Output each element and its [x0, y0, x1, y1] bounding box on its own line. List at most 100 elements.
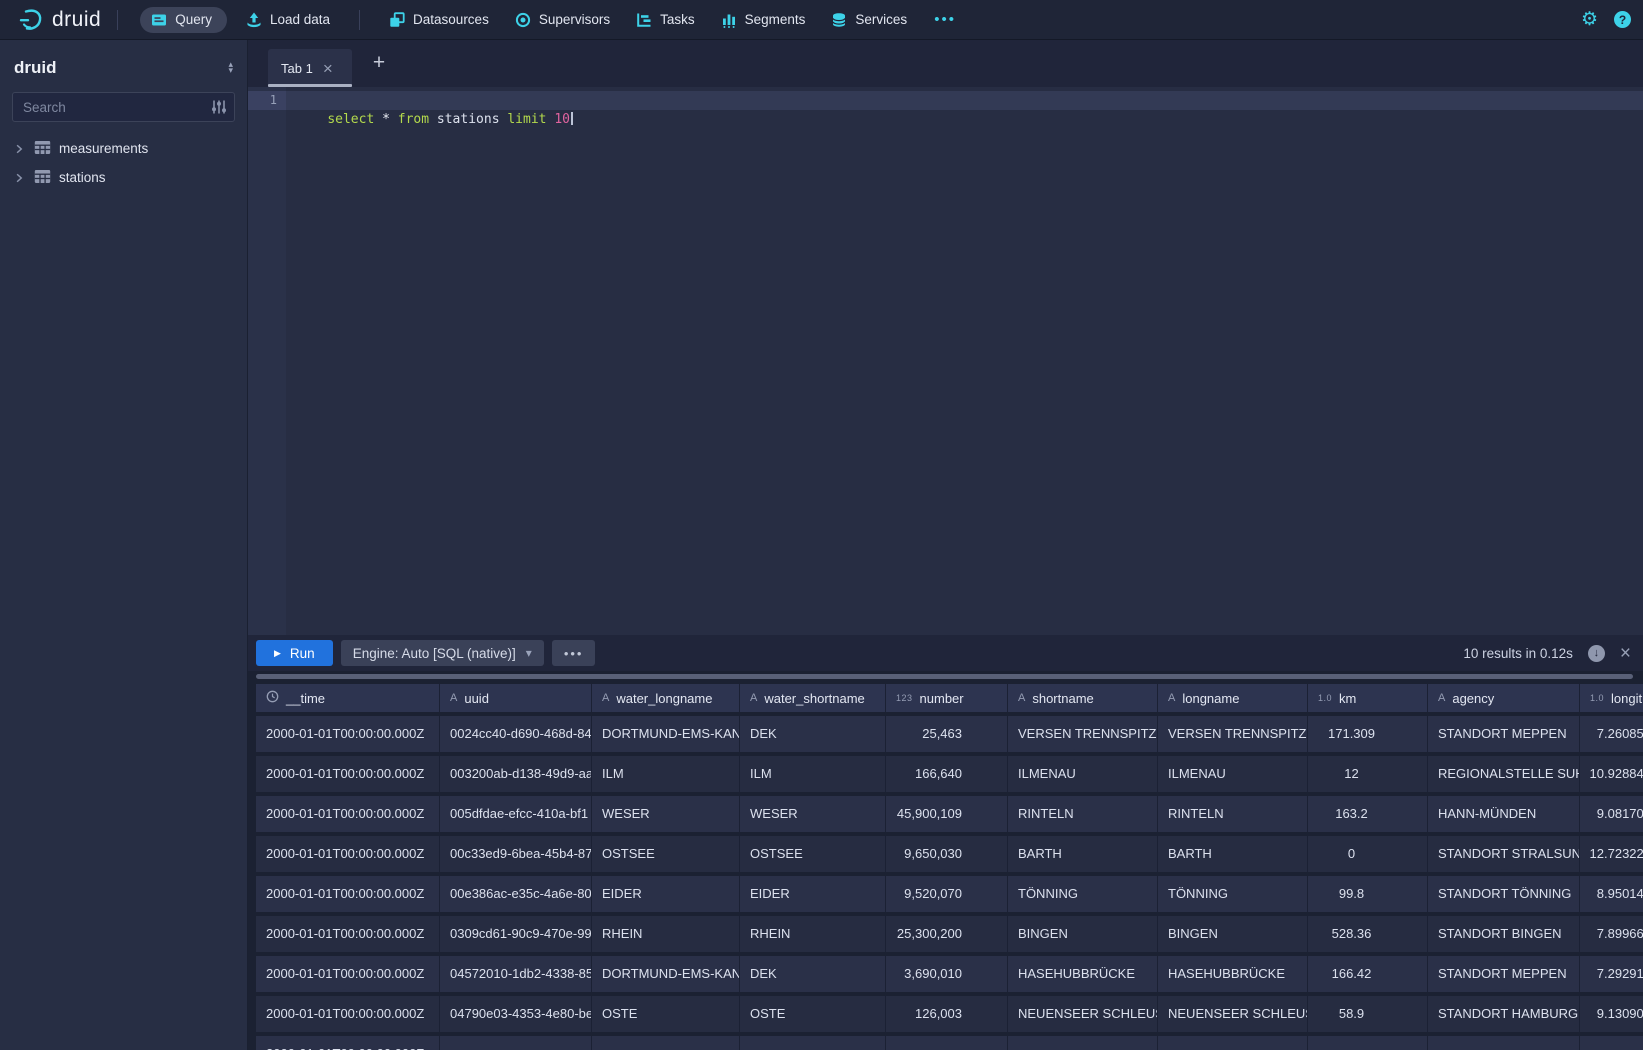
cell-__time[interactable]: 2000-01-01T00:00:00.000Z [256, 796, 440, 832]
cell-uuid[interactable]: 0024cc40-d690-468d-84 [440, 716, 592, 752]
tab-close-icon[interactable]: × [323, 60, 333, 77]
cell-agency[interactable]: STANDORT MEPPEN [1428, 956, 1580, 992]
cell-km[interactable]: 163.2 [1308, 796, 1428, 832]
query-more-button[interactable]: ••• [552, 640, 596, 666]
cell-uuid[interactable]: 00e386ac-e35c-4a6e-80 [440, 876, 592, 912]
cell-agency[interactable]: STANDORT STRALSUND [1428, 836, 1580, 872]
filter-sliders-icon[interactable] [211, 99, 227, 120]
cell-longitude[interactable]: 12.723220 [1580, 836, 1643, 872]
cell-km[interactable]: 99.8 [1308, 876, 1428, 912]
help-icon[interactable]: ? [1614, 11, 1631, 28]
cell-longitude[interactable]: 8.950149 [1580, 876, 1643, 912]
column-header-water_shortname[interactable]: Awater_shortname [740, 684, 886, 712]
cell-agency[interactable]: REGIONALSTELLE SUHL [1428, 756, 1580, 792]
cell-shortname[interactable] [1008, 1036, 1158, 1050]
cell-longitude[interactable]: 7.292912 [1580, 956, 1643, 992]
nav-more-button[interactable]: ••• [934, 11, 956, 28]
new-tab-button[interactable]: + [366, 51, 392, 75]
chevron-right-icon[interactable] [12, 172, 26, 184]
cell-longname[interactable]: BINGEN [1158, 916, 1308, 952]
cell-agency[interactable]: STANDORT TÖNNING [1428, 876, 1580, 912]
cell-km[interactable] [1308, 1036, 1428, 1050]
cell-water_shortname[interactable]: DEK [740, 716, 886, 752]
cell-water_shortname[interactable]: ILM [740, 756, 886, 792]
cell-__time[interactable]: 2000-01-01T00:00:00.000Z [256, 916, 440, 952]
cell-water_shortname[interactable]: WESER [740, 796, 886, 832]
cell-shortname[interactable]: BINGEN [1008, 916, 1158, 952]
cell-agency[interactable]: STANDORT BINGEN [1428, 916, 1580, 952]
cell-km[interactable]: 528.36 [1308, 916, 1428, 952]
cell-agency[interactable] [1428, 1036, 1580, 1050]
cell-__time[interactable]: 2000-01-01T00:00:00.000Z [256, 876, 440, 912]
cell-km[interactable]: 171.309 [1308, 716, 1428, 752]
cell-water_shortname[interactable]: EIDER [740, 876, 886, 912]
cell-agency[interactable]: STANDORT HAMBURG [1428, 996, 1580, 1032]
column-header-longname[interactable]: Alongname [1158, 684, 1308, 712]
cell-__time[interactable]: 2000-01-01T00:00:00.000Z [256, 1036, 440, 1050]
cell-water_longname[interactable]: ILM [592, 756, 740, 792]
cell-water_shortname[interactable]: DEK [740, 956, 886, 992]
nav-item-tasks[interactable]: Tasks [636, 12, 695, 28]
close-results-icon[interactable]: × [1620, 644, 1631, 663]
sidebar-table-stations[interactable]: stations [0, 163, 247, 192]
cell-__time[interactable]: 2000-01-01T00:00:00.000Z [256, 996, 440, 1032]
cell-longname[interactable]: TÖNNING [1158, 876, 1308, 912]
cell-shortname[interactable]: VERSEN TRENNSPITZE [1008, 716, 1158, 752]
cell-water_longname[interactable]: EIDER [592, 876, 740, 912]
engine-select[interactable]: Engine: Auto [SQL (native)] ▾ [341, 640, 544, 666]
schema-selector[interactable]: druid [14, 58, 57, 78]
cell-__time[interactable]: 2000-01-01T00:00:00.000Z [256, 956, 440, 992]
cell-longname[interactable]: VERSEN TRENNSPITZE [1158, 716, 1308, 752]
cell-longname[interactable]: NEUENSEER SCHLEUSEN [1158, 996, 1308, 1032]
cell-number[interactable]: 45,900,109 [886, 796, 1008, 832]
tab-tab1[interactable]: Tab 1 × [268, 49, 352, 87]
cell-km[interactable]: 12 [1308, 756, 1428, 792]
cell-longitude[interactable]: 7.260850 [1580, 716, 1643, 752]
cell-shortname[interactable]: HASEHUBBRÜCKE [1008, 956, 1158, 992]
cell-water_shortname[interactable] [740, 1036, 886, 1050]
cell-longitude[interactable] [1580, 1036, 1643, 1050]
nav-item-supervisors[interactable]: Supervisors [515, 12, 610, 28]
cell-number[interactable]: 25,300,200 [886, 916, 1008, 952]
column-header-uuid[interactable]: Auuid [440, 684, 592, 712]
cell-water_longname[interactable]: DORTMUND-EMS-KANA [592, 956, 740, 992]
cell-km[interactable]: 0 [1308, 836, 1428, 872]
double-caret-vertical-icon[interactable]: ▴▾ [228, 62, 233, 73]
cell-longitude[interactable]: 9.130902 [1580, 996, 1643, 1032]
cell-agency[interactable]: STANDORT MEPPEN [1428, 716, 1580, 752]
run-button[interactable]: ▶ Run [256, 640, 333, 666]
cell-longitude[interactable]: 9.081704 [1580, 796, 1643, 832]
cell-longname[interactable]: BARTH [1158, 836, 1308, 872]
cell-shortname[interactable]: RINTELN [1008, 796, 1158, 832]
cell-water_shortname[interactable]: OSTE [740, 996, 886, 1032]
cell-__time[interactable]: 2000-01-01T00:00:00.000Z [256, 756, 440, 792]
cell-longname[interactable]: RINTELN [1158, 796, 1308, 832]
cell-longname[interactable] [1158, 1036, 1308, 1050]
cell-number[interactable] [886, 1036, 1008, 1050]
column-header-__time[interactable]: __time [256, 684, 440, 712]
cell-water_longname[interactable]: WESER [592, 796, 740, 832]
cell-longname[interactable]: ILMENAU [1158, 756, 1308, 792]
cell-shortname[interactable]: NEUENSEER SCHLEUSEN [1008, 996, 1158, 1032]
cell-uuid[interactable]: 04790e03-4353-4e80-be [440, 996, 592, 1032]
column-header-water_longname[interactable]: Awater_longname [592, 684, 740, 712]
cell-water_longname[interactable] [592, 1036, 740, 1050]
panel-splitter-handle[interactable] [256, 674, 1633, 679]
column-header-agency[interactable]: Aagency [1428, 684, 1580, 712]
cell-uuid[interactable]: 00c33ed9-6bea-45b4-87 [440, 836, 592, 872]
cell-__time[interactable]: 2000-01-01T00:00:00.000Z [256, 836, 440, 872]
sidebar-table-measurements[interactable]: measurements [0, 134, 247, 163]
column-header-km[interactable]: 1.0km [1308, 684, 1428, 712]
cell-uuid[interactable]: 0309cd61-90c9-470e-99 [440, 916, 592, 952]
cell-number[interactable]: 9,520,070 [886, 876, 1008, 912]
cell-__time[interactable]: 2000-01-01T00:00:00.000Z [256, 716, 440, 752]
sql-editor[interactable]: 1 select * from stations limit 10 [248, 87, 1643, 635]
cell-number[interactable]: 25,463 [886, 716, 1008, 752]
cell-number[interactable]: 3,690,010 [886, 956, 1008, 992]
sql-query-line[interactable]: select * from stations limit 10 [286, 91, 1643, 110]
nav-item-query[interactable]: Query [140, 7, 227, 33]
cell-uuid[interactable]: 003200ab-d138-49d9-aa [440, 756, 592, 792]
cell-number[interactable]: 166,640 [886, 756, 1008, 792]
nav-item-load-data[interactable]: Load data [246, 12, 330, 28]
cell-water_longname[interactable]: OSTSEE [592, 836, 740, 872]
